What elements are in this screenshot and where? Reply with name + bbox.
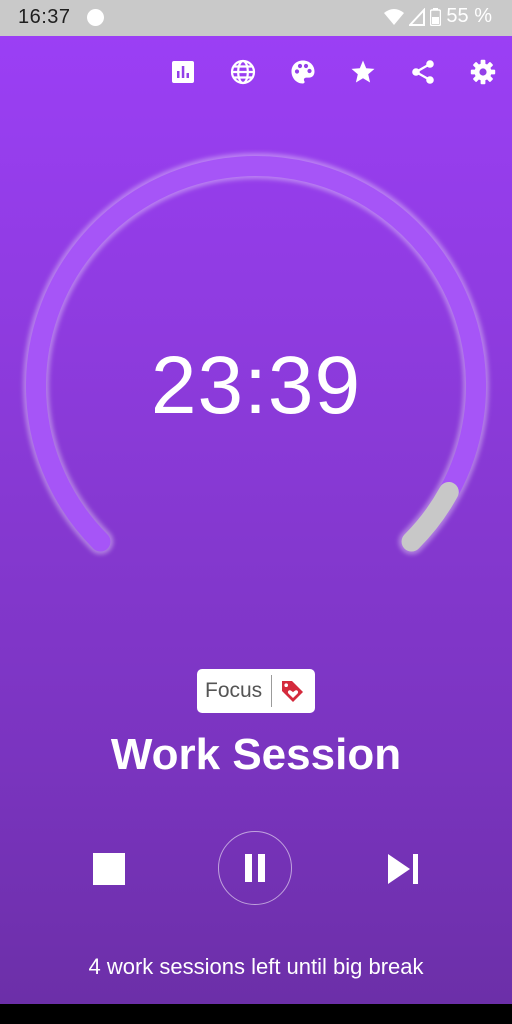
favorite-button[interactable]	[343, 52, 383, 92]
star-icon	[351, 60, 375, 83]
statistics-button[interactable]	[163, 52, 203, 92]
sessions-left-text: 4 work sessions left until big break	[88, 954, 424, 979]
share-button[interactable]	[403, 52, 443, 92]
wifi-icon	[384, 8, 405, 26]
language-button[interactable]	[223, 52, 263, 92]
bar-chart-icon	[172, 61, 194, 83]
stop-button[interactable]	[84, 844, 134, 894]
globe-icon	[230, 59, 256, 85]
timer-display: 23:39	[150, 340, 362, 431]
pomodoro-screen: 16:37 55 % 23:39 Focus Work Session 4 wo…	[0, 0, 512, 1024]
tag-label: Focus	[205, 679, 263, 702]
notification-dot-icon	[87, 9, 104, 26]
pause-button[interactable]	[218, 831, 292, 905]
playback-controls	[0, 826, 512, 906]
status-time: 16:37	[18, 6, 71, 28]
tag-chip[interactable]: Focus	[197, 669, 315, 713]
status-indicators: 55 %	[384, 5, 492, 28]
navigation-bar	[0, 1004, 512, 1024]
skip-button[interactable]	[378, 844, 428, 894]
theme-button[interactable]	[283, 52, 323, 92]
gear-icon	[470, 59, 496, 85]
status-bar: 16:37 55 %	[0, 0, 512, 36]
battery-percent: 55 %	[446, 5, 492, 27]
toolbar	[0, 52, 512, 92]
cell-signal-icon	[409, 7, 426, 26]
tag-heart-icon	[272, 678, 312, 704]
share-icon	[412, 60, 434, 84]
session-title: Work Session	[110, 730, 402, 779]
timer-main-area: 23:39 Focus Work Session 4 work sessions…	[0, 36, 512, 1004]
settings-button[interactable]	[463, 52, 503, 92]
battery-icon	[430, 7, 442, 26]
palette-icon	[291, 60, 315, 84]
pause-icon	[245, 854, 265, 882]
stop-icon	[93, 853, 125, 885]
skip-next-icon	[388, 854, 418, 884]
